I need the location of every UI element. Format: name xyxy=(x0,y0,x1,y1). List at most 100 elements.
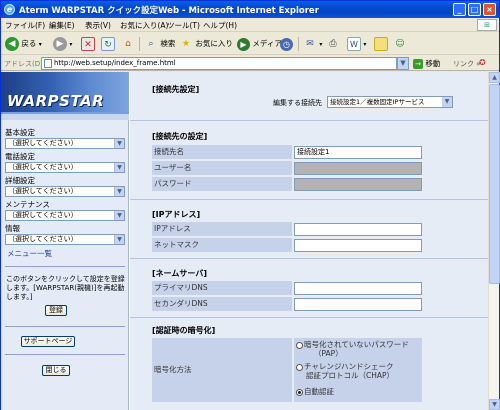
select-value: （選択してください） xyxy=(8,163,78,171)
phone-settings-select[interactable]: （選択してください） ▼ xyxy=(5,162,125,173)
primary-dns-input[interactable] xyxy=(294,282,422,295)
scroll-thumb[interactable] xyxy=(489,84,500,284)
password-input[interactable] xyxy=(294,178,422,191)
media-label: メディア xyxy=(252,39,282,48)
search-button[interactable]: ⌕ 検索 xyxy=(144,36,175,52)
stop-icon: ✕ xyxy=(81,37,95,51)
chevron-down-icon: ▼ xyxy=(114,211,124,220)
sidebar-divider xyxy=(5,354,125,355)
back-arrow-icon: ◀ xyxy=(5,37,19,51)
select-value: （選択してください） xyxy=(8,235,78,243)
address-input[interactable]: http://web.setup/index_frame.html xyxy=(41,57,397,70)
document-edit-icon: W xyxy=(347,37,361,51)
scroll-down-icon[interactable]: ▼ xyxy=(489,399,500,410)
netmask-label: ネットマスク xyxy=(152,238,292,252)
refresh-button[interactable]: ↻ xyxy=(101,36,115,52)
connection-section-title: [接続先の設定] xyxy=(152,132,208,141)
netmask-input[interactable] xyxy=(294,239,422,252)
forward-button[interactable]: ▶ ▾ xyxy=(53,36,72,52)
edit-button[interactable]: W ▾ xyxy=(347,36,366,52)
search-icon: ⌕ xyxy=(148,39,154,49)
select-value: （選択してください） xyxy=(8,139,78,147)
favorites-label: お気に入り xyxy=(195,39,233,48)
secondary-dns-input[interactable] xyxy=(294,298,422,311)
username-input[interactable] xyxy=(294,162,422,175)
chevron-down-icon: ▾ xyxy=(69,41,73,48)
media-button[interactable]: ▶ メディア xyxy=(237,36,282,52)
address-dropdown-button[interactable]: ▼ xyxy=(397,57,409,70)
primary-dns-label: プライマリDNS xyxy=(152,281,292,295)
addon-icon[interactable]: ✪ xyxy=(479,58,486,67)
warpstar-logo: WARPSTAR xyxy=(7,92,105,110)
maintenance-select[interactable]: （選択してください） ▼ xyxy=(5,210,125,221)
section-divider xyxy=(130,199,488,200)
encryption-method-label: 暗号化方法 xyxy=(152,338,292,402)
support-page-button[interactable]: サポートページ xyxy=(21,336,75,347)
ip-address-label: IPアドレス xyxy=(152,222,292,236)
radio-pap[interactable]: 暗号化されていないパスワード （PAP） xyxy=(296,340,409,358)
radio-button[interactable] xyxy=(296,363,303,371)
stop-button[interactable]: ✕ xyxy=(81,36,95,52)
scroll-up-icon[interactable]: ▲ xyxy=(489,72,500,83)
messenger-button[interactable]: ☺ xyxy=(393,36,407,52)
note-icon xyxy=(374,37,388,51)
print-icon: ⎙ xyxy=(329,39,337,49)
history-button[interactable]: ◷ xyxy=(280,36,293,52)
close-window-button[interactable]: × xyxy=(483,3,496,16)
edit-target-select[interactable]: 接続設定1／複数固定IPサービス ▼ xyxy=(327,96,453,108)
menu-favorites[interactable]: お気に入り(A) xyxy=(120,20,168,31)
menu-view[interactable]: 表示(V) xyxy=(85,20,111,31)
encryption-options: 暗号化されていないパスワード （PAP） チャレンジハンドシェーク 認証プロトコ… xyxy=(294,338,422,402)
mail-button[interactable]: ✉ ▾ xyxy=(303,36,322,52)
connection-name-input[interactable]: 接続設定1 xyxy=(294,146,422,159)
menu-title: 基本設定 xyxy=(5,128,35,137)
basic-settings-select[interactable]: （選択してください） ▼ xyxy=(5,138,125,149)
go-label: 移動 xyxy=(425,59,441,68)
select-value: （選択してください） xyxy=(8,211,78,219)
sidebar-divider xyxy=(5,266,125,267)
menu-information: 情報 （選択してください） ▼ xyxy=(5,224,125,245)
menu-tools[interactable]: ツール(T) xyxy=(167,20,200,31)
maximize-button[interactable]: □ xyxy=(468,3,481,16)
chevron-down-icon: ▼ xyxy=(442,97,452,107)
star-icon: ★ xyxy=(181,39,191,49)
discuss-button[interactable] xyxy=(374,36,388,52)
links-label: リンク xyxy=(453,60,474,68)
vertical-scrollbar[interactable]: ▲ ▼ xyxy=(488,72,500,410)
back-button[interactable]: ◀ 戻る ▾ xyxy=(5,36,42,52)
radio-auto-auth[interactable]: 自動認証 xyxy=(296,387,334,396)
radio-label-sub: （PAP） xyxy=(314,349,343,358)
toolbar-separator xyxy=(298,37,299,51)
radio-button[interactable] xyxy=(296,341,303,349)
radio-label: 暗号化されていないパスワード xyxy=(304,340,409,349)
go-button[interactable]: → 移動 xyxy=(413,58,440,69)
banner-swoosh xyxy=(1,112,129,120)
radio-button-selected[interactable] xyxy=(296,388,303,396)
search-label: 検索 xyxy=(160,39,176,48)
menu-list-link[interactable]: メニュー一覧 xyxy=(7,248,52,259)
browser-window: e Aterm WARPSTAR クイック設定Web - Microsoft I… xyxy=(0,0,500,410)
home-button[interactable]: ⌂ xyxy=(121,36,135,52)
forward-arrow-icon: ▶ xyxy=(53,37,67,51)
menu-title: メンテナンス xyxy=(5,200,50,209)
register-button[interactable]: 登録 xyxy=(45,305,67,316)
close-page-button[interactable]: 閉じる xyxy=(42,365,70,376)
links-button[interactable]: リンク » xyxy=(453,59,481,69)
information-select[interactable]: （選択してください） ▼ xyxy=(5,234,125,245)
menu-file[interactable]: ファイル(F) xyxy=(5,20,45,31)
favorites-button[interactable]: ★ お気に入り xyxy=(179,36,233,52)
print-button[interactable]: ⎙ xyxy=(326,36,340,52)
username-label: ユーザー名 xyxy=(152,161,292,175)
menu-edit[interactable]: 編集(E) xyxy=(49,20,75,31)
radio-chap[interactable]: チャレンジハンドシェーク 認証プロトコル（CHAP） xyxy=(296,362,394,380)
chevron-down-icon: ▾ xyxy=(319,41,323,48)
section-divider xyxy=(130,120,488,121)
menu-help[interactable]: ヘルプ(H) xyxy=(203,20,237,31)
minimize-button[interactable]: _ xyxy=(453,3,466,16)
sidebar-divider xyxy=(5,326,125,327)
ip-address-input[interactable] xyxy=(294,223,422,236)
advanced-settings-select[interactable]: （選択してください） ▼ xyxy=(5,186,125,197)
select-value: 接続設定1／複数固定IPサービス xyxy=(330,98,425,106)
history-icon: ◷ xyxy=(280,37,293,51)
title-bar[interactable]: e Aterm WARPSTAR クイック設定Web - Microsoft I… xyxy=(1,1,499,18)
